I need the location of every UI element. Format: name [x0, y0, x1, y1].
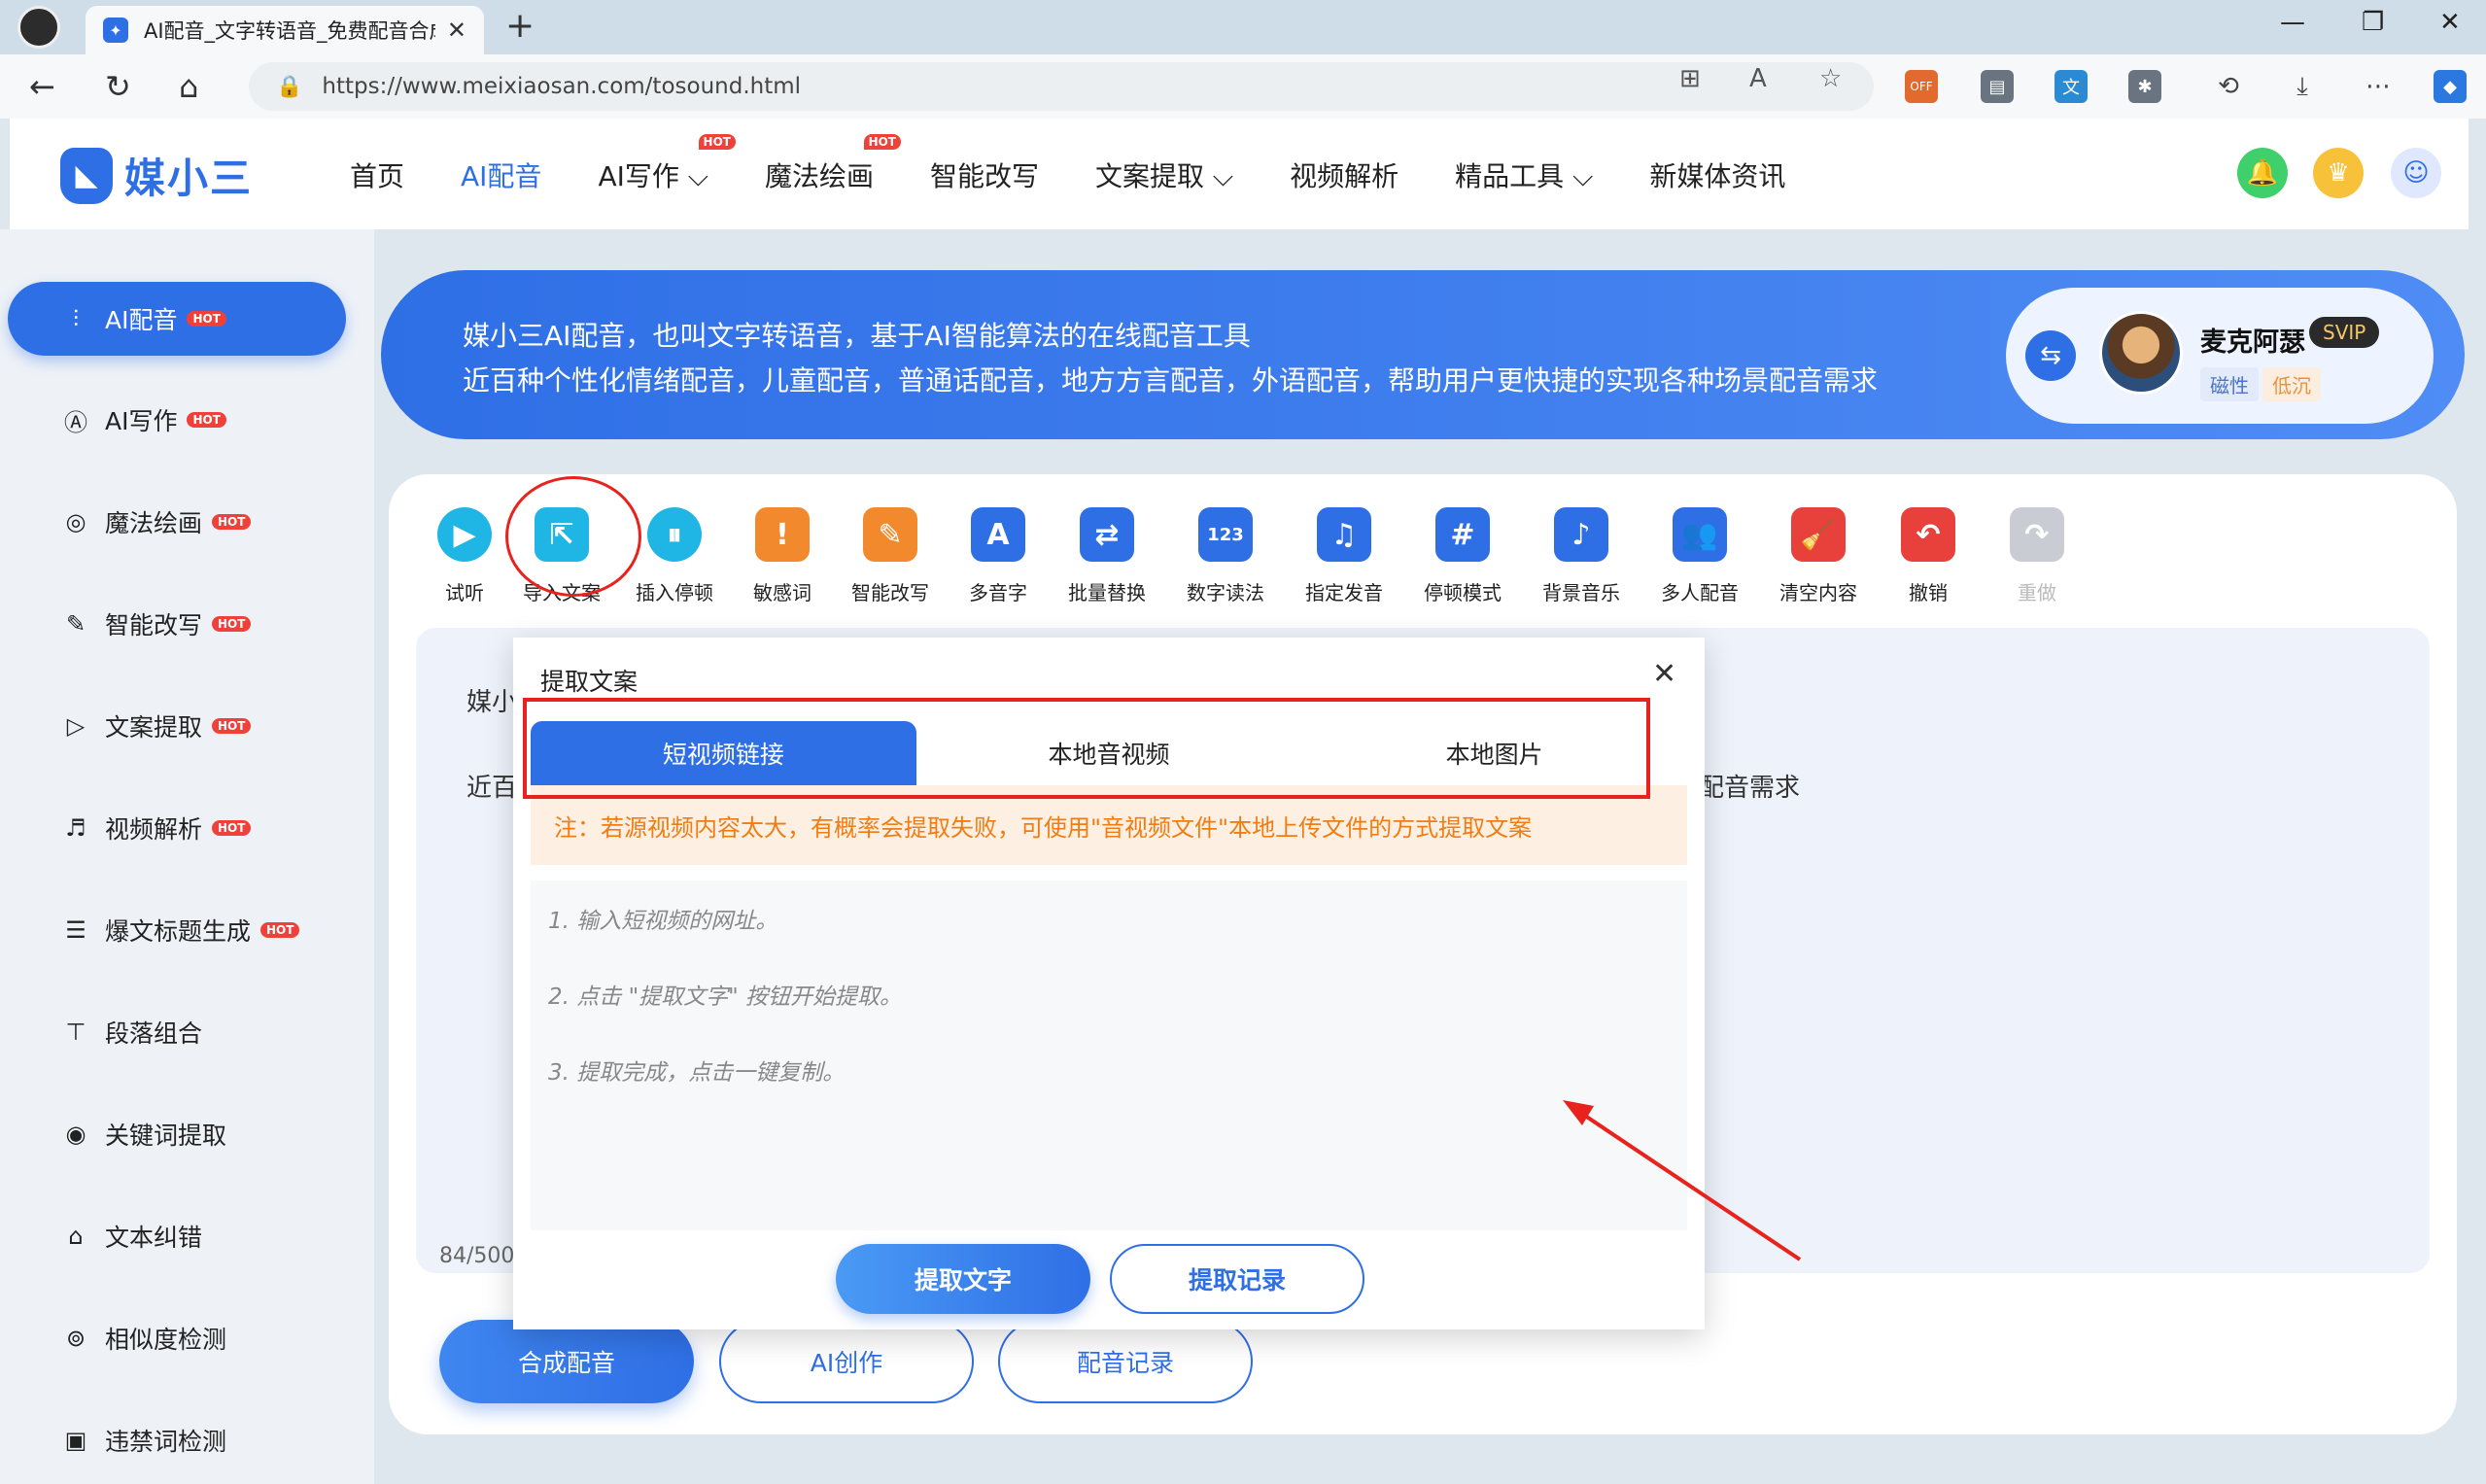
arrow-head: [1563, 1100, 1594, 1125]
arrow-line: [1574, 1108, 1802, 1261]
arrow-annotation: [1563, 1100, 1802, 1261]
